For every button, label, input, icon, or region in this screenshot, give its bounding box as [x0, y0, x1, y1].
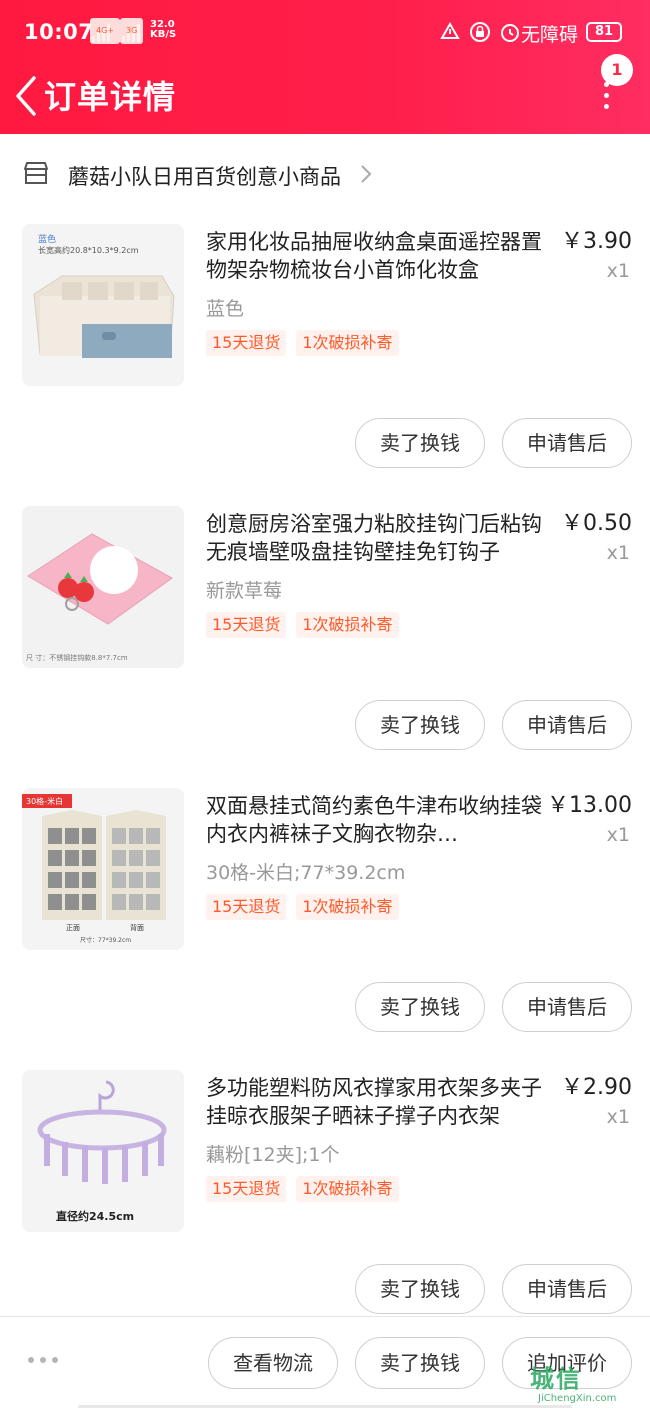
damage-reship-tag: 1次破损补寄 [296, 1176, 399, 1202]
order-item[interactable]: 直径约24.5cm 多功能塑料防风衣撑家用衣架多夹子挂晾衣服架子晒袜子撑子内衣架… [0, 1070, 650, 1352]
store-icon [22, 160, 50, 186]
order-item[interactable]: 蓝色 长宽高约20.8*10.3*9.2cm 家用化妆品抽屉收纳盒桌面遥控器置物… [0, 224, 650, 506]
damage-reship-tag: 1次破损补寄 [296, 894, 399, 920]
damage-reship-tag: 1次破损补寄 [296, 612, 399, 638]
product-image[interactable]: 蓝色 长宽高约20.8*10.3*9.2cm [22, 224, 184, 386]
after-sale-button[interactable]: 申请售后 [502, 700, 632, 750]
damage-reship-tag: 1次破损补寄 [296, 330, 399, 356]
image-caption: 蓝色 [38, 233, 56, 245]
chevron-left-icon [16, 76, 36, 116]
return-policy-tag: 15天退货 [206, 612, 287, 638]
speed-unit: KB/S [150, 29, 177, 40]
image-caption: 直径约24.5cm [56, 1209, 134, 1223]
product-price: ￥0.50 [561, 511, 632, 536]
signal-3g-icon: 3G [120, 18, 144, 44]
message-count-badge[interactable]: 1 [601, 54, 633, 86]
network-type-label-2: 3G [120, 18, 144, 44]
product-price: ￥3.90 [561, 229, 632, 254]
product-spec: 30格-米白;77*39.2cm [206, 862, 406, 884]
shop-name: 蘑菇小队日用百货创意小商品 [68, 165, 341, 189]
back-button[interactable] [10, 70, 40, 118]
accessibility-label: 无障碍 [521, 24, 579, 46]
status-icons [438, 20, 522, 44]
product-image[interactable]: 30格-米白 正面 背面 尺寸：77*39.2cm [22, 788, 184, 950]
return-policy-tag: 15天退货 [206, 1176, 287, 1202]
service-tags: 15天退货 1次破损补寄 [206, 894, 399, 920]
image-caption-front: 正面 [66, 924, 80, 932]
return-policy-tag: 15天退货 [206, 894, 287, 920]
product-price: ￥13.00 [547, 793, 632, 818]
lock-rotation-icon [468, 20, 492, 44]
image-caption: 尺 寸：不锈钢挂钩款8.8*7.7cm [26, 653, 128, 662]
product-title[interactable]: 多功能塑料防风衣撑家用衣架多夹子挂晾衣服架子晒袜子撑子内衣架 [206, 1074, 550, 1130]
sell-button[interactable]: 卖了换钱 [355, 418, 485, 468]
status-time: 10:07 [24, 20, 94, 44]
network-speed: 32.0 KB/S [150, 20, 176, 40]
service-tags: 15天退货 1次破损补寄 [206, 612, 399, 638]
network-type-label: 4G+ [90, 18, 120, 44]
after-sale-button[interactable]: 申请售后 [502, 418, 632, 468]
image-caption-size: 长宽高约20.8*10.3*9.2cm [38, 245, 139, 255]
alarm-icon [498, 20, 522, 44]
sell-button[interactable]: 卖了换钱 [355, 1337, 485, 1389]
more-options-button[interactable] [594, 82, 618, 126]
signal-4g-icon: 4G+ [90, 18, 120, 44]
view-logistics-button[interactable]: 查看物流 [208, 1337, 338, 1389]
product-quantity: x1 [606, 1106, 630, 1128]
sell-button[interactable]: 卖了换钱 [355, 700, 485, 750]
product-quantity: x1 [606, 824, 630, 846]
service-tags: 15天退货 1次破损补寄 [206, 1176, 399, 1202]
shop-row[interactable]: 蘑菇小队日用百货创意小商品 [0, 148, 650, 202]
product-image[interactable]: 尺 寸：不锈钢挂钩款8.8*7.7cm [22, 506, 184, 668]
product-spec: 蓝色 [206, 298, 245, 320]
order-item[interactable]: 尺 寸：不锈钢挂钩款8.8*7.7cm 创意厨房浴室强力粘胶挂钩门后粘钩无痕墙壁… [0, 506, 650, 788]
service-tags: 15天退货 1次破损补寄 [206, 330, 399, 356]
sell-button[interactable]: 卖了换钱 [355, 982, 485, 1032]
product-quantity: x1 [606, 260, 630, 282]
product-quantity: x1 [606, 542, 630, 564]
product-title[interactable]: 家用化妆品抽屉收纳盒桌面遥控器置物架杂物梳妆台小首饰化妆盒 [206, 228, 550, 284]
image-caption-back: 背面 [130, 923, 144, 932]
image-caption-tag: 30格-米白 [26, 796, 63, 806]
product-title[interactable]: 双面悬挂式简约素色牛津布收纳挂袋内衣内裤袜子文胸衣物杂… [206, 792, 550, 848]
order-item[interactable]: 30格-米白 正面 背面 尺寸：77*39.2cm 双面悬挂式简约素色牛津布收纳… [0, 788, 650, 1070]
sell-button[interactable]: 卖了换钱 [355, 1264, 485, 1314]
page-title: 订单详情 [44, 78, 177, 116]
watermark-url: JiChengXin.com [538, 1393, 617, 1404]
product-price: ￥2.90 [561, 1075, 632, 1100]
product-image[interactable]: 直径约24.5cm [22, 1070, 184, 1232]
site-watermark: 城信 JiChengXin.com [530, 1359, 650, 1408]
battery-icon: 81 [586, 22, 622, 42]
status-bar: 10:07 4G+ 3G 32.0 KB/S 无障碍 81 [0, 0, 650, 64]
nfc-icon [438, 20, 462, 44]
product-spec: 新款草莓 [206, 580, 283, 602]
more-actions-icon[interactable] [28, 1357, 58, 1363]
top-header: 10:07 4G+ 3G 32.0 KB/S 无障碍 81 订单详情 1 [0, 0, 650, 134]
after-sale-button[interactable]: 申请售后 [502, 1264, 632, 1314]
image-caption-size: 尺寸：77*39.2cm [80, 936, 131, 944]
after-sale-button[interactable]: 申请售后 [502, 982, 632, 1032]
product-spec: 藕粉[12夹];1个 [206, 1144, 340, 1166]
return-policy-tag: 15天退货 [206, 330, 287, 356]
product-title[interactable]: 创意厨房浴室强力粘胶挂钩门后粘钩无痕墙壁吸盘挂钩壁挂免钉钩子 [206, 510, 550, 566]
watermark-text: 城信 [530, 1365, 582, 1393]
bottom-action-bar: 查看物流 卖了换钱 追加评价 城信 JiChengXin.com [0, 1316, 650, 1408]
chevron-right-icon [358, 162, 374, 186]
nav-bar: 订单详情 1 [0, 54, 650, 134]
